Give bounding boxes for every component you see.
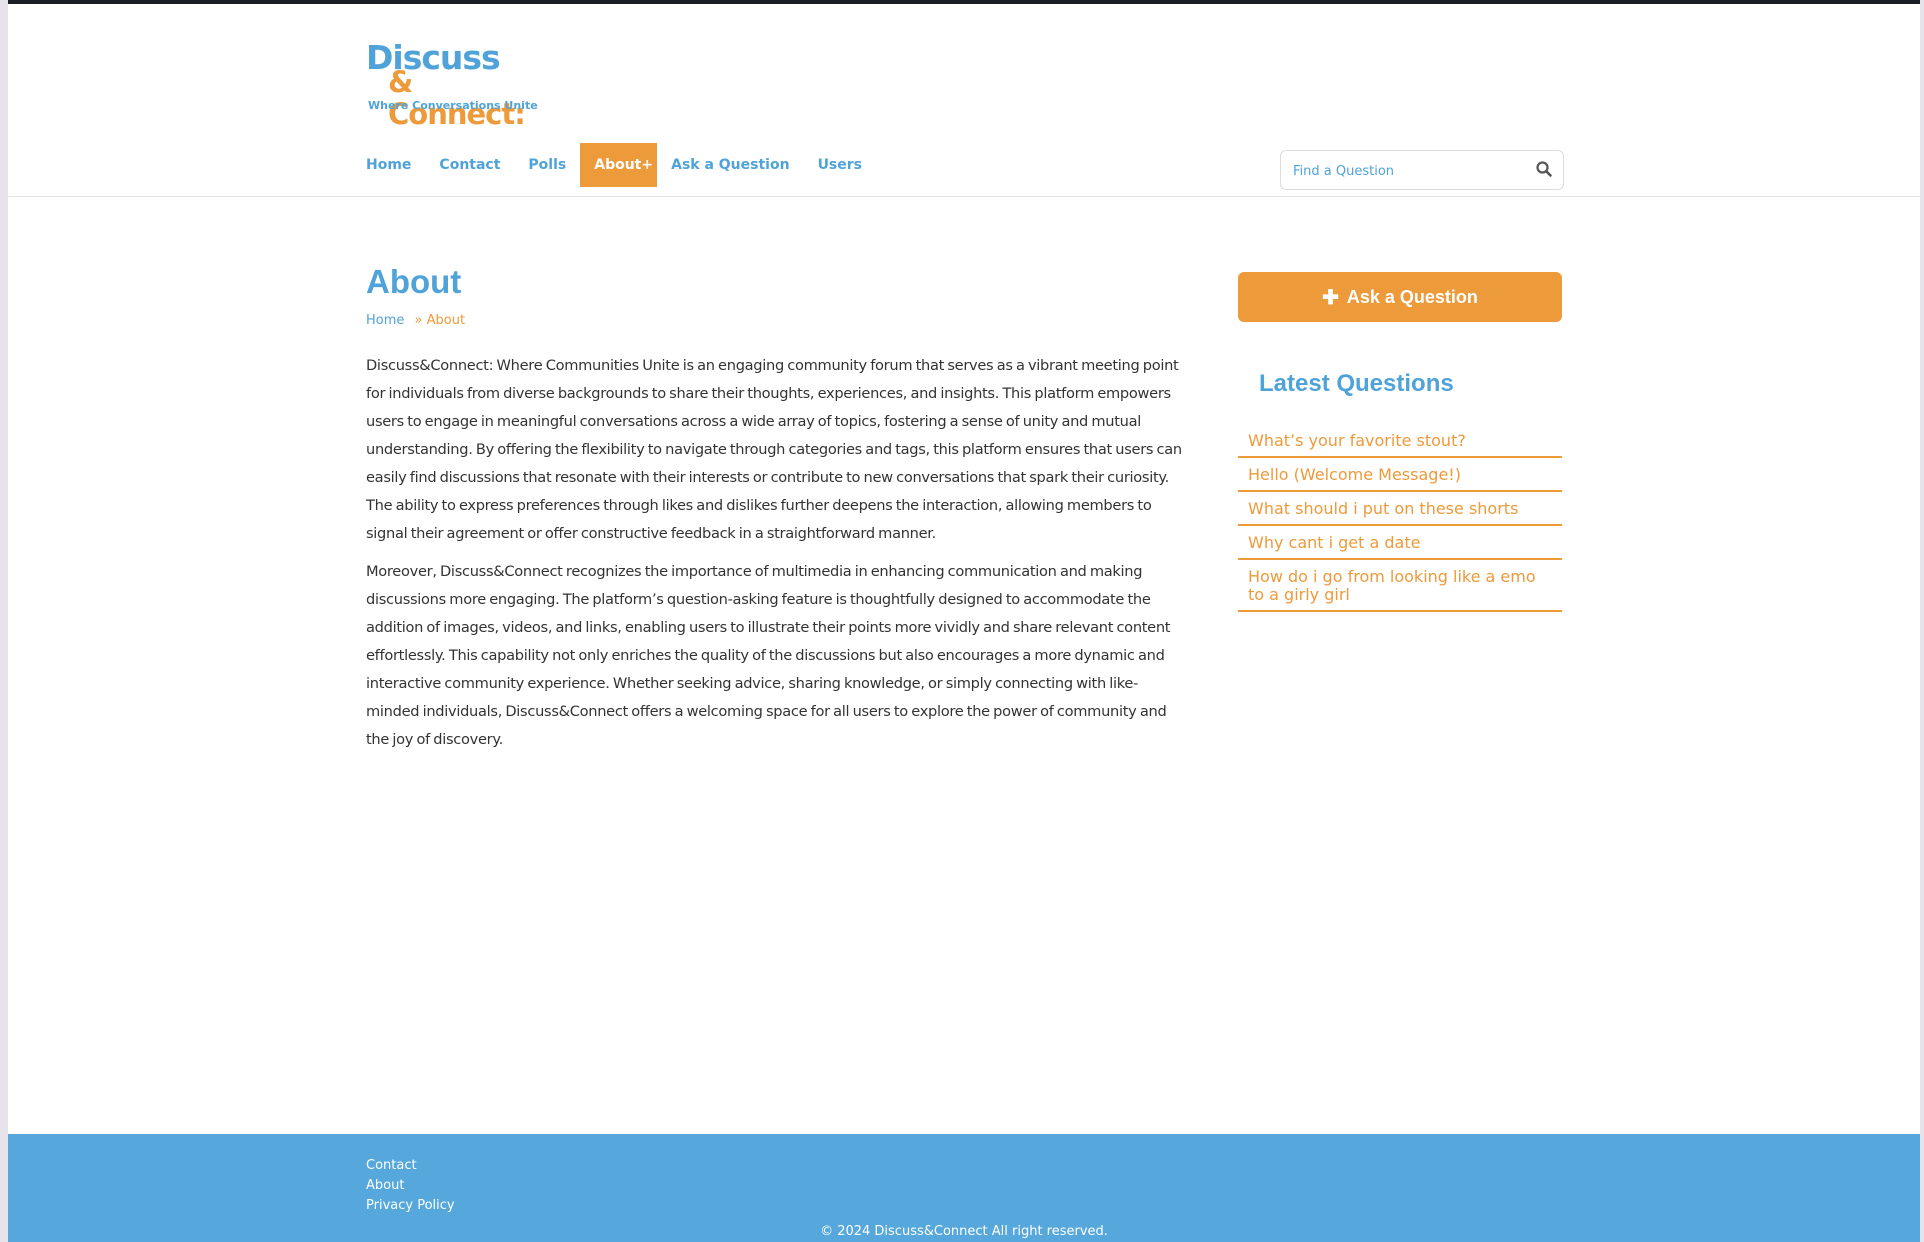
question-link[interactable]: How do i go from looking like a emo to a…	[1238, 560, 1562, 612]
question-link[interactable]: Why cant i get a date	[1238, 526, 1562, 560]
ask-question-button[interactable]: ✚ Ask a Question	[1238, 272, 1562, 322]
question-link[interactable]: What’s your favorite stout?	[1238, 424, 1562, 458]
nav-ask-question[interactable]: Ask a Question	[657, 143, 803, 187]
latest-questions-title: Latest Questions	[1259, 370, 1454, 397]
main-nav: Home Contact Polls About+ Ask a Question…	[366, 143, 876, 187]
copyright-text: © 2024 Discuss&Connect All right reserve…	[820, 1224, 1108, 1239]
nav-about[interactable]: About+	[580, 143, 658, 187]
search-icon[interactable]	[1535, 160, 1553, 178]
ask-question-label: Ask a Question	[1346, 286, 1478, 307]
page: Discuss & Connect: Where Conversations U…	[8, 0, 1920, 1242]
plus-icon: ✚	[1322, 286, 1339, 309]
page-title: About	[366, 263, 462, 300]
main-content: About Home » About Discuss&Connect: Wher…	[366, 262, 1186, 764]
site-footer: Contact About Privacy Policy © 2024 Disc…	[8, 1134, 1920, 1242]
nav-polls[interactable]: Polls	[514, 143, 580, 187]
latest-questions-list: What’s your favorite stout? Hello (Welco…	[1238, 424, 1562, 612]
breadcrumb-current: About	[426, 313, 466, 328]
breadcrumb-home[interactable]: Home	[366, 313, 404, 328]
question-link[interactable]: What should i put on these shorts	[1238, 492, 1562, 526]
nav-contact[interactable]: Contact	[425, 143, 514, 187]
sidebar: ✚ Ask a Question Latest Questions What’s…	[1238, 272, 1562, 612]
nav-users[interactable]: Users	[804, 143, 876, 187]
logo-tagline: Where Conversations Unite	[368, 99, 538, 112]
question-link[interactable]: Hello (Welcome Message!)	[1238, 458, 1562, 492]
breadcrumb-separator: »	[414, 313, 423, 328]
footer-link-privacy[interactable]: Privacy Policy	[366, 1196, 455, 1216]
site-logo[interactable]: Discuss & Connect: Where Conversations U…	[366, 40, 546, 131]
nav-home[interactable]: Home	[366, 143, 425, 187]
about-paragraph-2: Moreover, Discuss&Connect recognizes the…	[366, 563, 1171, 748]
search-box	[1280, 150, 1564, 190]
search-input[interactable]	[1291, 160, 1525, 182]
site-header: Discuss & Connect: Where Conversations U…	[8, 4, 1920, 197]
footer-links: Contact About Privacy Policy	[366, 1156, 455, 1216]
logo-line-2: & Connect:	[388, 65, 526, 131]
footer-link-about[interactable]: About	[366, 1176, 455, 1196]
footer-link-contact[interactable]: Contact	[366, 1156, 455, 1176]
breadcrumb: Home » About	[366, 312, 1186, 330]
about-text: Discuss&Connect: Where Communities Unite…	[366, 352, 1186, 754]
about-paragraph-1: Discuss&Connect: Where Communities Unite…	[366, 357, 1182, 542]
